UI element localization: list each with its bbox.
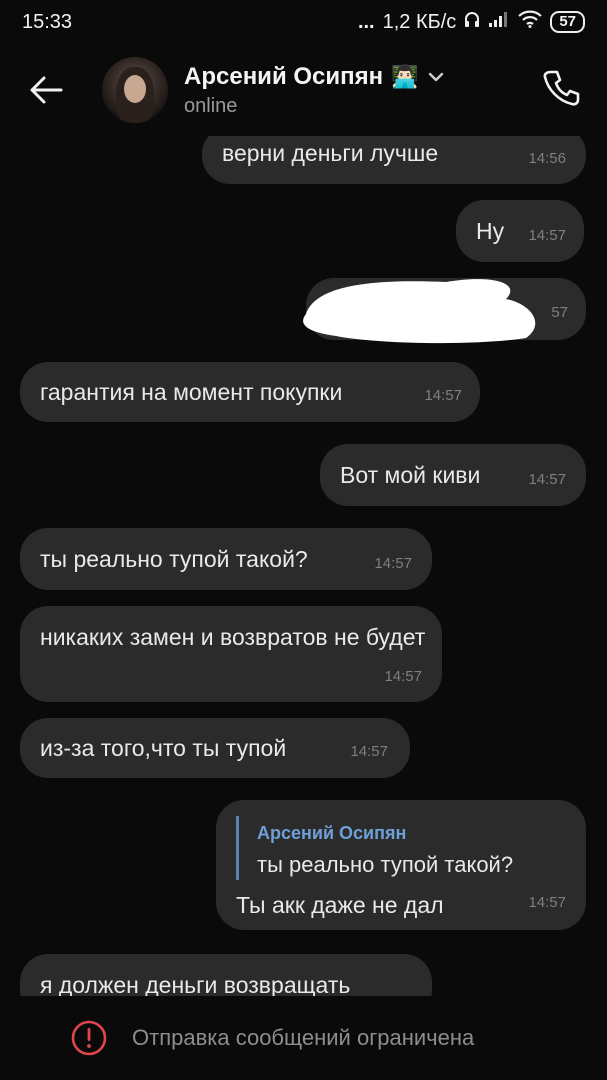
chat-title[interactable]: Арсений Осипян 👨🏻‍💻 online: [184, 63, 445, 118]
contact-name: Арсений Осипян: [184, 62, 384, 90]
avatar[interactable]: [102, 57, 168, 123]
alert-circle-icon: [71, 1020, 107, 1056]
message-list[interactable]: верни деньги лучше 14:56 Ну 14:57 57 гар…: [0, 136, 607, 996]
message-text: верни деньги лучше: [222, 140, 439, 166]
arrow-left-icon: [30, 76, 63, 104]
wifi-icon: [518, 10, 543, 34]
message-bubble[interactable]: никаких замен и возвратов не будет 14:57: [20, 606, 442, 702]
contact-status: online: [184, 94, 238, 117]
message-time: 14:56: [528, 150, 566, 167]
chat-header: Арсений Осипян 👨🏻‍💻 online: [0, 44, 607, 136]
message-time: 14:57: [384, 668, 422, 685]
message-bubble[interactable]: из-за того,что ты тупой 14:57: [20, 718, 410, 778]
messaging-restricted-bar: Отправка сообщений ограничена: [0, 996, 607, 1080]
status-bar: 15:33 ... 1,2 КБ/с 57: [0, 0, 607, 44]
reply-quote[interactable]: Арсений Осипян ты реально тупой такой?: [236, 816, 566, 880]
phone-icon: [543, 70, 580, 106]
message-bubble[interactable]: ты реально тупой такой? 14:57: [20, 528, 432, 590]
message-time: 14:57: [350, 743, 388, 760]
message-text: гарантия на момент покупки: [40, 379, 343, 405]
message-time: 14:57: [424, 387, 462, 404]
reply-author: Арсений Осипян: [257, 823, 407, 843]
message-bubble[interactable]: Ну 14:57: [456, 200, 584, 262]
message-bubble[interactable]: гарантия на момент покупки 14:57: [20, 362, 480, 422]
network-speed: 1,2 КБ/с: [382, 10, 457, 33]
message-text: из-за того,что ты тупой: [40, 735, 287, 761]
restriction-message: Отправка сообщений ограничена: [132, 1025, 475, 1050]
message-bubble[interactable]: верни деньги лучше 14:56: [202, 136, 586, 184]
message-bubble[interactable]: Вот мой киви 14:57: [320, 444, 586, 506]
message-text: никаких замен и возвратов не будет: [40, 624, 426, 650]
message-time: 57: [551, 304, 568, 321]
message-text: Вот мой киви: [340, 462, 481, 488]
message-bubble[interactable]: я должен деньги возвращать: [20, 954, 432, 996]
message-time: 14:57: [528, 894, 566, 911]
status-time: 15:33: [22, 10, 73, 33]
message-time: 14:57: [528, 471, 566, 488]
message-text: Ты акк даже не дал: [236, 892, 444, 918]
status-indicators: ... 1,2 КБ/с 57: [358, 10, 585, 34]
message-text: ты реально тупой такой?: [40, 546, 308, 572]
message-text: Ну: [476, 218, 505, 244]
message-text: я должен деньги возвращать: [40, 972, 351, 996]
reply-message-bubble[interactable]: Арсений Осипян ты реально тупой такой? Т…: [216, 800, 586, 930]
call-button[interactable]: [539, 66, 583, 110]
status-dots: ...: [357, 10, 375, 33]
reply-text: ты реально тупой такой?: [257, 852, 514, 877]
redaction-scribble: [303, 279, 536, 344]
message-time: 14:57: [374, 555, 412, 572]
chevron-down-icon: [428, 72, 443, 81]
technologist-emoji: 👨🏻‍💻: [391, 63, 419, 89]
headphones-icon: [464, 10, 480, 34]
message-time: 14:57: [528, 227, 566, 244]
signal-icon: [488, 10, 510, 34]
back-button[interactable]: [20, 64, 72, 116]
battery-indicator: 57: [550, 11, 585, 33]
